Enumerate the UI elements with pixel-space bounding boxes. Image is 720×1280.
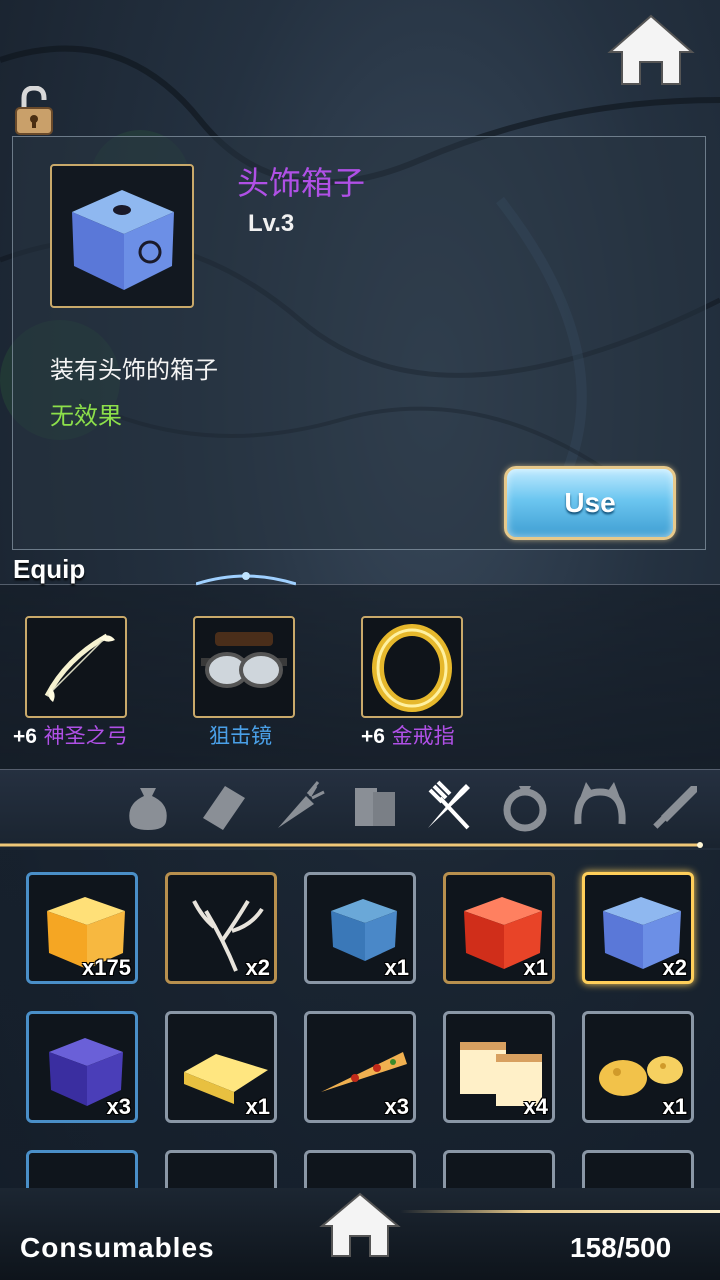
- item-quantity: x175: [82, 955, 131, 980]
- tab-headwear[interactable]: [570, 776, 630, 836]
- item-quantity: x1: [523, 955, 548, 980]
- inventory-slot[interactable]: x4: [443, 1011, 555, 1123]
- ornament-icon: [196, 572, 296, 586]
- inventory-slot[interactable]: x1: [443, 872, 555, 984]
- item-quantity: x1: [662, 1094, 687, 1119]
- tab-bag[interactable]: [118, 776, 178, 836]
- item-quantity: x1: [384, 955, 409, 980]
- item-detail-icon-frame: [50, 164, 194, 308]
- tab-weapon[interactable]: [645, 776, 705, 836]
- item-level: Lv.3: [248, 210, 295, 237]
- item-quantity: x3: [106, 1094, 131, 1119]
- equip-slot-ring[interactable]: [361, 616, 463, 718]
- inventory-slot[interactable]: x2: [165, 872, 277, 984]
- inventory-slot[interactable]: x1: [582, 1011, 694, 1123]
- use-button[interactable]: Use: [504, 466, 676, 540]
- inventory-slot[interactable]: [443, 1150, 555, 1188]
- inventory-capacity: 158/500: [570, 1232, 672, 1263]
- holy-bow-icon: [44, 633, 115, 702]
- item-effect: 无效果: [50, 402, 122, 430]
- tab-vegetable[interactable]: [268, 776, 328, 836]
- item-quantity: x4: [523, 1094, 548, 1119]
- headband-icon: [574, 782, 626, 825]
- category-title: Consumables: [20, 1232, 215, 1263]
- ring-icon: [503, 786, 547, 832]
- bag-icon: [129, 788, 167, 830]
- tabs-divider-line: [0, 842, 703, 848]
- inventory-slot[interactable]: x1: [165, 1011, 277, 1123]
- item-name: 头饰箱子: [237, 164, 366, 202]
- equip-caption-bow: +6 神圣之弓: [13, 724, 128, 748]
- inventory-slot[interactable]: x3: [304, 1011, 416, 1123]
- sniper-goggles-icon: [201, 632, 287, 688]
- inventory-slot[interactable]: x1: [304, 872, 416, 984]
- tab-ring[interactable]: [495, 776, 555, 836]
- inventory-slot[interactable]: [582, 1150, 694, 1188]
- gold-ring-icon: [372, 624, 452, 712]
- inventory-slot[interactable]: x3: [26, 1011, 138, 1123]
- tab-books[interactable]: [345, 776, 405, 836]
- home-icon[interactable]: [318, 1190, 402, 1260]
- inventory-grid: x175 x2 x1 x1 x2 x3 x1 x3 x4 x1: [0, 850, 720, 1188]
- tab-food[interactable]: [418, 776, 478, 836]
- bottom-divider-line: [400, 1210, 720, 1213]
- carrot-icon: [278, 781, 325, 828]
- scroll-icon: [203, 786, 245, 830]
- inventory-slot-selected[interactable]: x2: [582, 872, 694, 984]
- inventory-slot[interactable]: x175: [26, 872, 138, 984]
- inventory-slot[interactable]: [304, 1150, 416, 1188]
- fork-knife-icon: [428, 780, 470, 830]
- tab-scroll[interactable]: [193, 776, 253, 836]
- equip-section-label: Equip: [13, 554, 86, 584]
- sword-icon: [653, 786, 697, 829]
- equip-slot-goggles[interactable]: [193, 616, 295, 718]
- headwear-box-icon: [72, 190, 174, 290]
- equip-caption-goggles: 狙击镜: [209, 724, 272, 748]
- equip-slot-bow[interactable]: [25, 616, 127, 718]
- books-icon: [355, 788, 395, 826]
- item-quantity: x1: [245, 1094, 270, 1119]
- inventory-slot[interactable]: [26, 1150, 138, 1188]
- unlock-icon[interactable]: [12, 86, 58, 136]
- item-quantity: x3: [384, 1094, 409, 1119]
- item-quantity: x2: [662, 955, 687, 980]
- home-icon[interactable]: [606, 12, 696, 88]
- inventory-slot[interactable]: [165, 1150, 277, 1188]
- item-quantity: x2: [245, 955, 270, 980]
- item-description: 装有头饰的箱子: [50, 356, 218, 384]
- equip-caption-ring: +6 金戒指: [361, 724, 455, 748]
